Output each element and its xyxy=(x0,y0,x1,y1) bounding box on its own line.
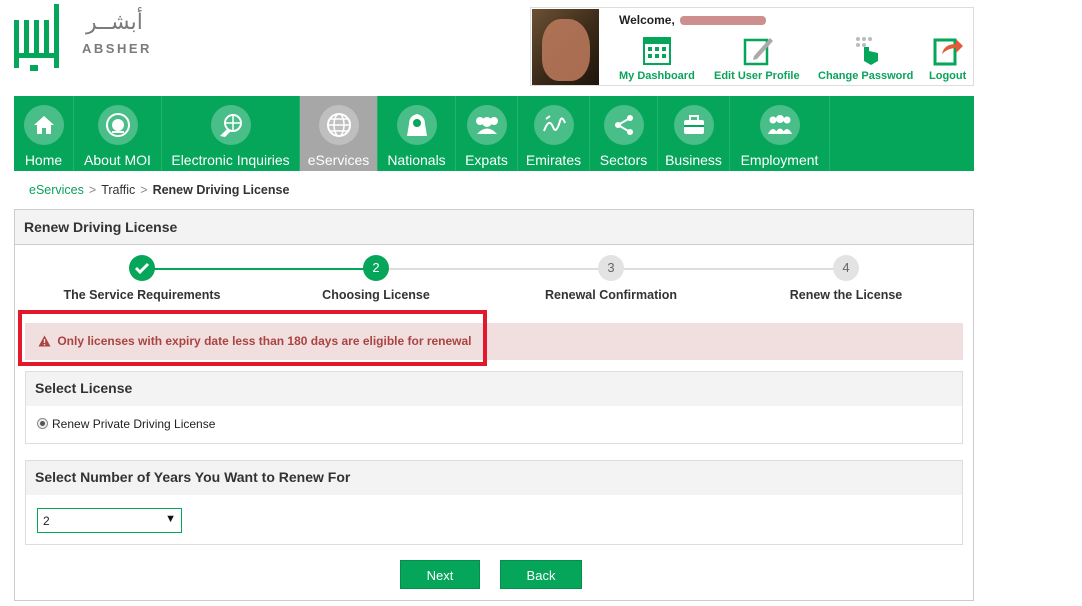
nav-item-emirates[interactable]: Emirates xyxy=(518,96,590,171)
redacted-user-id xyxy=(680,16,767,26)
license-option-row[interactable]: Renew Private Driving License xyxy=(26,406,962,442)
nav-item-employment[interactable]: Employment xyxy=(730,96,830,171)
step-number: 4 xyxy=(833,255,859,281)
absher-logo-mark xyxy=(14,4,59,71)
emirates-calligraphy-icon xyxy=(533,105,574,145)
edit-user-profile-link[interactable]: Edit User Profile xyxy=(714,34,800,82)
progress-stepper: The Service Requirements 2 Choosing Lice… xyxy=(15,255,975,315)
step-service-requirements: The Service Requirements xyxy=(25,255,259,302)
nav-label-employment: Employment xyxy=(740,152,819,168)
step-number: 2 xyxy=(363,255,389,281)
annotation-highlight-box xyxy=(18,310,487,366)
nav-item-about-moi[interactable]: About MOI xyxy=(74,96,162,171)
select-years-title: Select Number of Years You Want to Renew… xyxy=(26,461,962,495)
edit-profile-icon xyxy=(743,38,773,66)
change-password-label: Change Password xyxy=(818,70,914,82)
absher-logo[interactable]: أبشــر ABSHER xyxy=(12,2,152,74)
breadcrumb-link-eservices[interactable]: eServices xyxy=(29,183,84,197)
breadcrumb-separator-icon: > xyxy=(88,183,97,197)
moi-emblem-icon xyxy=(97,105,138,145)
years-select-value: 2 xyxy=(43,514,50,528)
my-dashboard-link[interactable]: My Dashboard xyxy=(619,34,695,82)
change-password-icon xyxy=(855,37,878,65)
panel-title: Renew Driving License xyxy=(15,210,973,245)
next-button[interactable]: Next xyxy=(400,560,480,589)
nav-item-expats[interactable]: Expats xyxy=(456,96,518,171)
step-renew-license: 4 Renew the License xyxy=(729,255,963,302)
select-license-title: Select License xyxy=(26,372,962,406)
step-label: Renewal Confirmation xyxy=(545,288,677,302)
dropdown-arrow-icon: ▼ xyxy=(165,513,176,525)
step-label: Choosing License xyxy=(322,288,430,302)
license-radio[interactable] xyxy=(37,418,48,429)
logout-label: Logout xyxy=(929,70,967,82)
user-avatar xyxy=(532,9,599,85)
nav-label-home: Home xyxy=(24,152,63,168)
renew-license-panel: Renew Driving License The Service Requir… xyxy=(14,209,974,601)
nav-item-sectors[interactable]: Sectors xyxy=(590,96,658,171)
select-years-section: Select Number of Years You Want to Renew… xyxy=(25,460,963,545)
years-select[interactable]: 2 ▼ xyxy=(37,508,182,533)
step-label: Renew the License xyxy=(789,288,903,302)
dashboard-icon xyxy=(642,37,671,65)
national-person-icon xyxy=(396,105,437,145)
breadcrumb-current: Renew Driving License xyxy=(152,183,290,197)
breadcrumb: eServices > Traffic > Renew Driving License xyxy=(29,183,289,197)
logo-english-text: ABSHER xyxy=(82,41,152,56)
nav-label-emirates: Emirates xyxy=(525,152,582,168)
nav-label-sectors: Sectors xyxy=(599,152,648,168)
step-renewal-confirmation: 3 Renewal Confirmation xyxy=(494,255,728,302)
license-option-label: Renew Private Driving License xyxy=(52,417,216,431)
employees-icon xyxy=(759,105,800,145)
breadcrumb-separator-icon: > xyxy=(140,183,148,197)
change-password-link[interactable]: Change Password xyxy=(818,34,913,82)
nav-label-about-moi: About MOI xyxy=(84,152,151,168)
nav-label-eservices: eServices xyxy=(307,152,370,168)
share-nodes-icon xyxy=(603,105,644,145)
nav-label-business: Business xyxy=(665,152,722,168)
globe-icon xyxy=(318,105,359,145)
step-choosing-license: 2 Choosing License xyxy=(259,255,493,302)
user-panel: Welcome, My Dashboard Edit User Profile … xyxy=(530,7,974,86)
nav-item-home[interactable]: Home xyxy=(14,96,74,171)
globe-hand-icon xyxy=(210,105,251,145)
welcome-label: Welcome, xyxy=(619,13,675,27)
nav-item-business[interactable]: Business xyxy=(658,96,730,171)
nav-label-electronic-inquiries: Electronic Inquiries xyxy=(171,152,290,168)
briefcase-icon xyxy=(673,105,714,145)
welcome-text: Welcome, xyxy=(619,13,767,27)
nav-label-expats: Expats xyxy=(465,152,508,168)
step-number: 3 xyxy=(598,255,624,281)
check-icon xyxy=(129,255,155,281)
my-dashboard-label: My Dashboard xyxy=(619,70,695,82)
main-navigation: Home About MOI Electronic Inquiries eSer… xyxy=(14,96,974,171)
people-group-icon xyxy=(466,105,507,145)
logout-link[interactable]: Logout xyxy=(929,34,966,82)
back-button[interactable]: Back xyxy=(500,560,582,589)
nav-item-eservices[interactable]: eServices xyxy=(300,96,378,171)
nav-label-nationals: Nationals xyxy=(387,152,446,168)
home-icon xyxy=(23,105,64,145)
nav-item-electronic-inquiries[interactable]: Electronic Inquiries xyxy=(162,96,300,171)
logout-icon xyxy=(933,38,963,66)
step-label: The Service Requirements xyxy=(63,288,221,302)
select-license-section: Select License Renew Private Driving Lic… xyxy=(25,371,963,444)
breadcrumb-link-traffic[interactable]: Traffic xyxy=(101,183,135,197)
logo-arabic-text: أبشــر xyxy=(86,10,143,35)
edit-user-profile-label: Edit User Profile xyxy=(714,70,800,82)
nav-item-nationals[interactable]: Nationals xyxy=(378,96,456,171)
